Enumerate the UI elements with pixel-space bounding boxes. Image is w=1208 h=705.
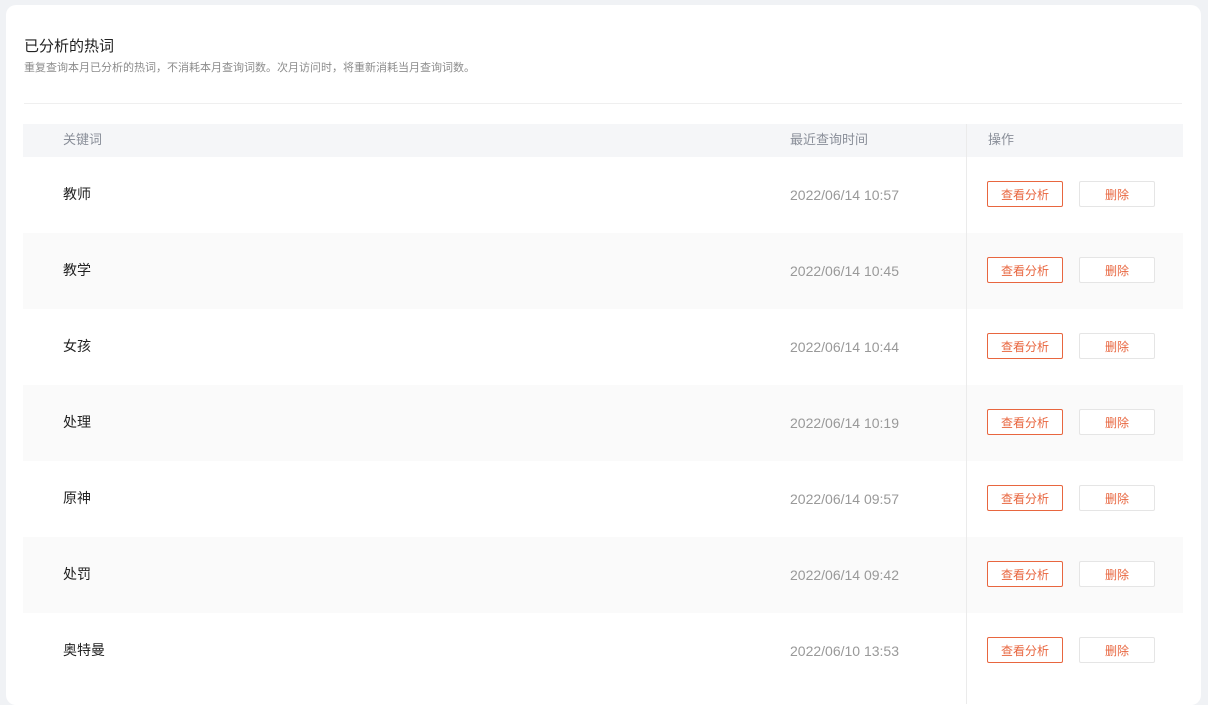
table-row: 原神 2022/06/14 09:57 查看分析 删除 [23, 461, 1183, 537]
delete-button[interactable]: 删除 [1079, 637, 1155, 663]
table-row: 女孩 2022/06/14 10:44 查看分析 删除 [23, 309, 1183, 385]
row-keyword: 女孩 [63, 339, 91, 355]
delete-button[interactable]: 删除 [1079, 561, 1155, 587]
view-analysis-button[interactable]: 查看分析 [987, 561, 1063, 587]
hot-words-card: 已分析的热词 重复查询本月已分析的热词，不消耗本月查询词数。次月访问时，将重新消… [6, 5, 1201, 705]
view-analysis-button[interactable]: 查看分析 [987, 333, 1063, 359]
view-analysis-button[interactable]: 查看分析 [987, 181, 1063, 207]
row-time: 2022/06/10 13:53 [790, 643, 899, 659]
row-keyword: 处罚 [63, 567, 91, 583]
page-title: 已分析的热词 [24, 37, 115, 55]
page-subtitle: 重复查询本月已分析的热词，不消耗本月查询词数。次月访问时，将重新消耗当月查询词数… [24, 61, 475, 74]
delete-button[interactable]: 删除 [1079, 181, 1155, 207]
row-time: 2022/06/14 10:45 [790, 263, 899, 279]
row-keyword: 教师 [63, 187, 91, 203]
delete-button[interactable]: 删除 [1079, 333, 1155, 359]
table-row: 奥特曼 2022/06/10 13:53 查看分析 删除 [23, 613, 1183, 689]
table-row: 教师 2022/06/14 10:57 查看分析 删除 [23, 157, 1183, 233]
row-keyword: 原神 [63, 491, 91, 507]
column-header-time: 最近查询时间 [790, 133, 869, 148]
row-time: 2022/06/14 10:44 [790, 339, 899, 355]
table-row: 处理 2022/06/14 10:19 查看分析 删除 [23, 385, 1183, 461]
row-time: 2022/06/14 09:42 [790, 567, 899, 583]
view-analysis-button[interactable]: 查看分析 [987, 485, 1063, 511]
table-row: 教学 2022/06/14 10:45 查看分析 删除 [23, 233, 1183, 309]
view-analysis-button[interactable]: 查看分析 [987, 257, 1063, 283]
row-keyword: 教学 [63, 263, 91, 279]
view-analysis-button[interactable]: 查看分析 [987, 637, 1063, 663]
hot-words-table: 关键词 最近查询时间 操作 教师 2022/06/14 10:57 查看分析 删… [23, 124, 1183, 704]
header-divider [24, 103, 1182, 104]
row-time: 2022/06/14 10:57 [790, 187, 899, 203]
column-header-actions: 操作 [988, 133, 1015, 148]
card-header: 已分析的热词 重复查询本月已分析的热词，不消耗本月查询词数。次月访问时，将重新消… [24, 35, 475, 76]
row-keyword: 奥特曼 [63, 643, 105, 659]
row-time: 2022/06/14 10:19 [790, 415, 899, 431]
delete-button[interactable]: 删除 [1079, 257, 1155, 283]
delete-button[interactable]: 删除 [1079, 485, 1155, 511]
view-analysis-button[interactable]: 查看分析 [987, 409, 1063, 435]
delete-button[interactable]: 删除 [1079, 409, 1155, 435]
column-header-keyword: 关键词 [63, 133, 103, 148]
row-time: 2022/06/14 09:57 [790, 491, 899, 507]
actions-column-divider [966, 124, 967, 704]
table-header: 关键词 最近查询时间 操作 [23, 124, 1183, 157]
row-keyword: 处理 [63, 415, 91, 431]
table-row: 处罚 2022/06/14 09:42 查看分析 删除 [23, 537, 1183, 613]
